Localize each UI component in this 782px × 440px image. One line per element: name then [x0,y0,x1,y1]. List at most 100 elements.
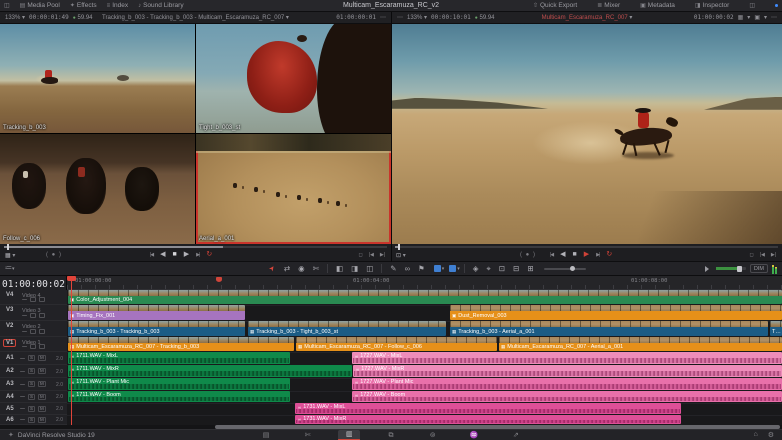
link-clips-button[interactable]: ∞ [405,263,410,275]
viewer-mode-button[interactable]: ⊡ ▾ [396,251,406,261]
media-pool-button[interactable]: ▤Media Pool [20,2,60,9]
auto-select-icon[interactable] [30,313,36,318]
monitor-volume-slider[interactable] [716,267,746,270]
timeline-clip-partial[interactable]: T… [770,321,782,336]
audio-clip-1727-mixl[interactable]: ∞1727.WAV - MixL [352,352,782,364]
source-zoom-select[interactable]: 133% ▾ [5,14,25,21]
source-options-menu[interactable]: ⋯ [380,14,386,21]
playhead-line[interactable] [71,276,72,425]
solo-button[interactable]: S [28,355,35,361]
multicam-angle-follow[interactable]: Follow_c_006 [0,134,195,244]
timeline-clip-color-adjustment[interactable]: ▣Color_Adjustment_004 [68,290,782,304]
zoom-out-button[interactable]: ⊟ [513,263,519,275]
page-edit-active[interactable]: ▥ [338,430,360,440]
lock-icon[interactable] [22,315,27,316]
audio-clip-1731-mixr[interactable]: ∞1731.WAV - MixR [295,415,681,424]
jog-control[interactable]: ( ● ) [520,252,536,258]
index-button[interactable]: ≡Index [107,2,128,9]
loop-button[interactable]: ↻ [206,250,212,260]
mute-button[interactable]: M [38,381,46,387]
mixer-button[interactable]: ≣Mixer [597,2,620,9]
timeline-list-button[interactable]: ≔▾ [5,263,15,275]
timeline-clip-multicam-aerial[interactable]: ▦Multicam_Escaramuza_RC_007 - Aerial_a_0… [499,337,782,351]
multicam-angle-tight[interactable]: Tight_b_003_st [196,24,391,133]
track-header-a4[interactable]: A4 SM 2.0 [0,391,67,403]
play-button-active[interactable]: ▶ [584,250,589,260]
lock-icon[interactable] [20,408,25,409]
timeline-clip-aerial[interactable]: ▦Tracking_b_003 - Aerial_a_001 [450,321,768,336]
audio-clip-1727-plant[interactable]: ∞1727.WAV - Plant Mic [352,378,782,390]
goto-in-button[interactable]: |◀ [760,252,765,258]
track-header-v2[interactable]: V2 Video 2 [0,321,67,337]
stop-button[interactable]: ■ [173,250,177,260]
timeline-zoom-slider[interactable] [544,268,586,270]
source-scrub-bar[interactable] [4,246,387,248]
dynamic-trim-button[interactable]: ◉ [298,263,305,275]
timeline-clip-multicam-follow[interactable]: ▦Multicam_Escaramuza_RC_007 - Follow_c_0… [296,337,497,351]
audio-clip-1711-boom[interactable]: ∞1711.WAV - Boom [68,391,290,402]
enable-track-icon[interactable] [39,329,45,334]
timeline-viewer-image[interactable] [392,24,782,244]
multicam-angle-aerial-selected[interactable]: Aerial_a_001 [196,134,391,244]
lock-icon[interactable] [20,371,25,372]
timeline-clip-tight[interactable]: ▦Tracking_b_003 - Tight_b_003_st [248,321,446,336]
track-id-selected[interactable]: V1 [3,339,16,347]
timeline-clip-dust-removal[interactable]: ▣Dust_Removal_003 [450,305,782,320]
viewer-zoom-select[interactable]: 133% ▾ [407,14,427,21]
goto-out-button[interactable]: ▶| [380,252,385,258]
solo-button[interactable]: S [28,381,35,387]
mute-button[interactable]: M [38,406,46,412]
auto-select-icon[interactable] [30,297,36,302]
audio-clip-1727-mixr[interactable]: ∞1727.WAV - MixR [353,365,782,377]
lock-icon[interactable] [22,299,27,300]
mute-button[interactable]: M [38,394,46,400]
settings-gear-button[interactable]: ⚙ [768,431,774,439]
page-cut[interactable]: ✄ [297,431,319,440]
selection-tool-button[interactable]: ➤ [266,263,279,275]
panel-toggle-button[interactable]: ◫ [4,2,10,9]
trim-mode-button[interactable]: ⇄ [284,263,290,275]
solo-button[interactable]: S [28,368,35,374]
multicam-view-select[interactable]: ▦ ▾ [5,251,15,261]
track-header-a5[interactable]: A5 SM 2.0 [0,403,67,415]
flag-button[interactable]: ⚑ [418,263,425,275]
panel-toggle-right-button[interactable]: ◫ [749,2,755,9]
jog-control[interactable]: ( ● ) [46,252,62,258]
multicam-angle-tracking[interactable]: Tracking_b_003 [0,24,195,133]
enable-track-icon[interactable] [39,297,45,302]
snapping-button[interactable]: ◈ [473,263,479,275]
page-deliver[interactable]: ⇗ [505,431,527,440]
timeline-ruler[interactable]: 01:00:00:00 01:00:04:00 01:00:08:00 [67,276,782,290]
goto-in-button[interactable]: |◀ [369,252,374,258]
solo-button[interactable]: S [28,406,35,412]
enable-track-icon[interactable] [39,313,45,318]
timeline-clip-timing-fix[interactable]: ▣Timing_Fix_001 [68,305,245,320]
marker-color-chip[interactable] [449,265,456,272]
lock-icon[interactable] [22,331,27,332]
track-header-a2[interactable]: A2 SM 2.0 [0,365,67,378]
replace-clip-button[interactable]: ◫ [366,263,373,275]
track-header-v3[interactable]: V3 Video 3 [0,305,67,321]
dim-button[interactable]: DIM [750,264,768,273]
pen-tool-button[interactable]: ✎ [390,263,396,275]
track-header-v1-destination[interactable]: V1 Video 1 [0,337,67,352]
metadata-button[interactable]: ▣Metadata [640,2,675,9]
lock-icon[interactable] [20,384,25,385]
lock-icon[interactable] [22,346,27,347]
track-header-a1[interactable]: A1 SM 2.0 [0,352,67,365]
page-fairlight[interactable]: ♒ [463,431,485,440]
audio-clip-1711-mixr[interactable]: ∞1711.WAV - MixR [68,365,352,377]
goto-out-button[interactable]: ▶| [771,252,776,258]
overwrite-clip-button[interactable]: ◨ [351,263,358,275]
timeline-clip-multicam-tracking[interactable]: ▦Multicam_Escaramuza_RC_007 - Tracking_b… [68,337,294,351]
stop-button[interactable]: ■ [573,250,577,260]
loop-button[interactable]: ↻ [606,250,612,260]
lock-icon[interactable] [20,419,25,420]
viewer-mode-select[interactable]: ▣ [754,14,760,21]
mute-button[interactable]: M [38,368,46,374]
insert-clip-button[interactable]: ◧ [336,263,343,275]
next-clip-button[interactable]: ▶| [596,250,599,260]
audio-clip-1711-mixl[interactable]: ∞1711.WAV - MixL [68,352,290,364]
home-button[interactable]: ⌂ [753,431,757,439]
playhead-head[interactable] [67,276,76,281]
